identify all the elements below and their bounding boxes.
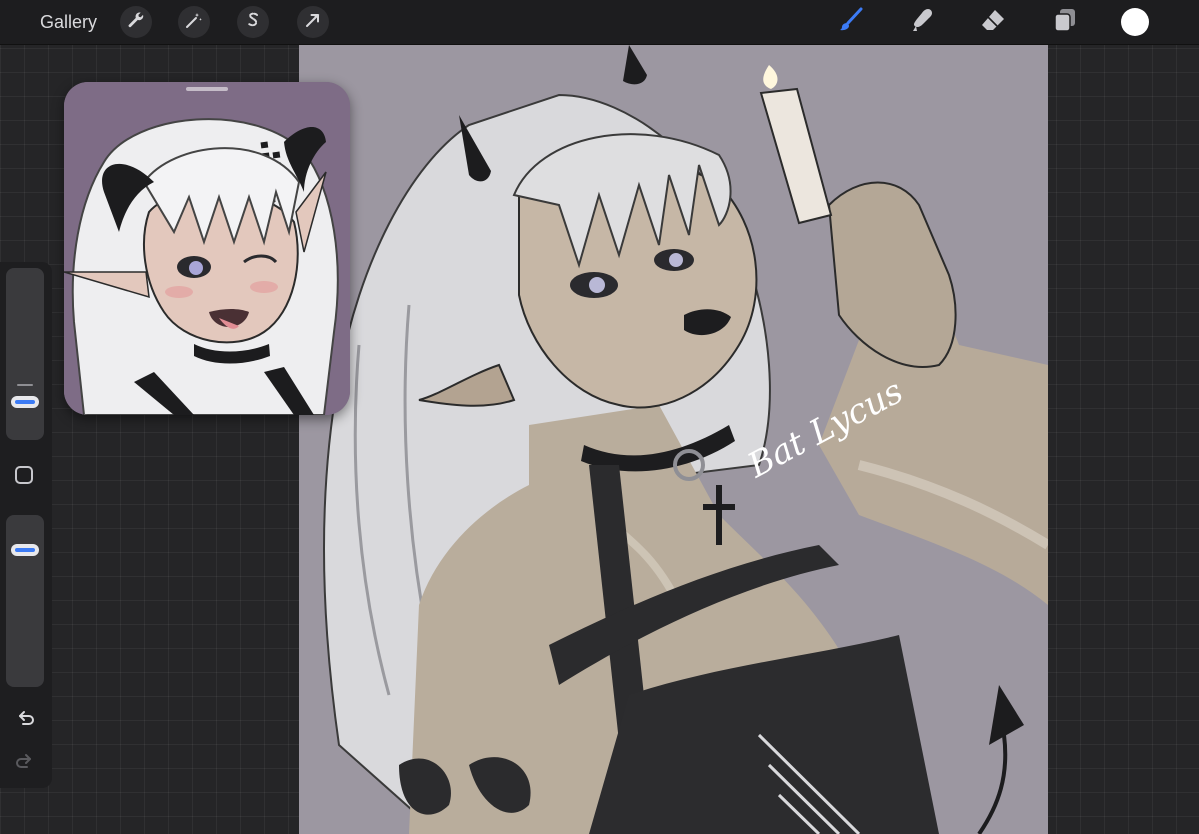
smudge-icon [909, 6, 937, 39]
reference-drag-handle[interactable] [186, 87, 228, 91]
selection-s-icon [243, 10, 263, 35]
reference-window[interactable] [64, 82, 350, 415]
adjustments-button[interactable] [178, 6, 210, 38]
layers-icon [1051, 6, 1079, 39]
drawing-canvas[interactable]: Bat Lycus [299, 45, 1048, 834]
brush-size-thumb[interactable] [11, 396, 39, 408]
gallery-button[interactable]: Gallery [40, 10, 97, 34]
color-picker-swatch[interactable] [1121, 8, 1149, 36]
eraser-icon [979, 6, 1007, 39]
redo-button[interactable] [12, 750, 38, 776]
transform-button[interactable] [297, 6, 329, 38]
arrow-cursor-icon [303, 10, 323, 35]
magic-wand-icon [184, 10, 204, 35]
brush-tool[interactable] [836, 7, 866, 37]
brush-opacity-slider[interactable] [6, 515, 44, 687]
redo-icon [14, 750, 36, 777]
eraser-tool[interactable] [978, 7, 1008, 37]
brush-icon [837, 6, 865, 39]
undo-icon [14, 707, 36, 734]
artwork-illustration: Bat Lycus [299, 45, 1048, 834]
modify-button[interactable] [15, 466, 33, 484]
undo-button[interactable] [12, 707, 38, 733]
selection-button[interactable] [237, 6, 269, 38]
wrench-icon [126, 10, 146, 35]
top-toolbar: Gallery [0, 0, 1199, 45]
layers-tool[interactable] [1050, 7, 1080, 37]
brush-size-slider[interactable] [6, 268, 44, 440]
procreate-app: Gallery Bat Lycus [0, 0, 1199, 834]
slider-tick [17, 384, 33, 386]
reference-image [64, 82, 350, 415]
brush-opacity-thumb[interactable] [11, 544, 39, 556]
actions-button[interactable] [120, 6, 152, 38]
smudge-tool[interactable] [908, 7, 938, 37]
tool-sidebar [0, 262, 52, 788]
